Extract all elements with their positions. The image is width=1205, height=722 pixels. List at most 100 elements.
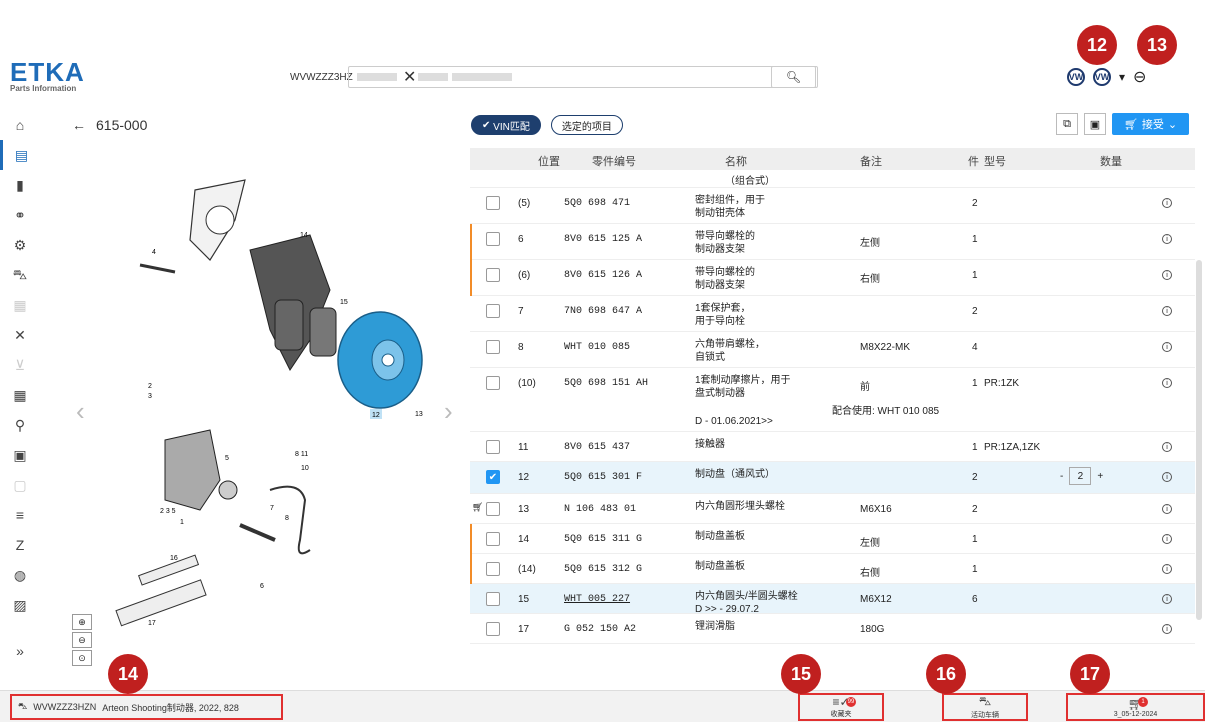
row-note: 左侧 [860, 538, 880, 549]
chat-icon[interactable]: ▨ [0, 590, 40, 620]
vw-logo-icon[interactable]: VW [1067, 68, 1085, 86]
cart-button[interactable]: 🛒︎ 3_05-12-2024 1 [1066, 693, 1205, 721]
table-row[interactable]: 15 WHT 005 227 内六角圆头/半圆头螺栓 D >> - 29.07.2 M… [470, 584, 1195, 615]
row-checkbox[interactable] [486, 502, 500, 516]
row-checkbox[interactable] [486, 592, 500, 606]
table-scrollbar[interactable] [1196, 260, 1202, 620]
settings-icon[interactable]: ⚙ [0, 230, 40, 260]
filter-icon[interactable]: ⊻ [0, 350, 40, 380]
info-icon[interactable]: i [1162, 306, 1172, 316]
row-checkbox[interactable] [486, 440, 500, 454]
favorites-button[interactable]: ≡✓ 收藏夹 99 [798, 693, 884, 721]
label-8-b: 8 [285, 515, 289, 522]
active-vehicle-button[interactable]: ⛍ 活动车辆 [942, 693, 1028, 721]
search-parts-icon[interactable]: ⚲ [0, 410, 40, 440]
brake-pad-right [309, 307, 337, 357]
selected-items-filter[interactable]: 选定的项目 [550, 115, 623, 135]
stack-icon[interactable]: ▣ [0, 440, 40, 470]
row-name: 锂润滑脂 [695, 621, 735, 632]
copy-icon[interactable]: ⧉ [1056, 113, 1078, 135]
info-icon[interactable]: i [1162, 198, 1172, 208]
table-row[interactable]: ✔ 12 5Q0 615 301 F 制动盘（通风式） 2-2 + i [470, 462, 1195, 494]
row-checkbox[interactable] [486, 562, 500, 576]
table-row[interactable]: 8 WHT 010 085 六角带肩螺栓， 自锁式 M8X22-MK 4 i [470, 332, 1195, 368]
parts-catalog-icon[interactable]: ▤ [0, 140, 40, 170]
col-qty: 件 [968, 156, 979, 168]
zoom-out-icon[interactable]: ⊖ [72, 632, 92, 648]
info-icon[interactable]: i [1162, 594, 1172, 604]
info-icon[interactable]: i [1162, 442, 1172, 452]
info-icon[interactable]: i [1162, 564, 1172, 574]
quantity-value[interactable]: 2 [1069, 467, 1092, 485]
row-checkbox[interactable] [486, 232, 500, 246]
table-row[interactable]: (6) 8V0 615 126 A 带导向螺栓的 制动器支架 右侧 1 i [470, 260, 1195, 296]
vw-logo-icon[interactable]: VW [1093, 68, 1111, 86]
row-part-number: G 052 150 A2 [564, 624, 637, 635]
row-checkbox[interactable] [486, 622, 500, 636]
info-icon[interactable]: i [1162, 234, 1172, 244]
info-icon[interactable]: i [1162, 342, 1172, 352]
row-model: PR:1ZA,1ZK [984, 442, 1041, 453]
row-checkbox[interactable]: ✔ [486, 470, 500, 484]
info-icon[interactable]: i [1162, 270, 1172, 280]
paint-icon[interactable]: ▮ [0, 170, 40, 200]
expand-icon[interactable]: » [0, 636, 40, 666]
row-checkbox[interactable] [486, 532, 500, 546]
info-icon[interactable]: i [1162, 534, 1172, 544]
row-position: 12 [518, 472, 530, 483]
close-icon[interactable]: ✕ [403, 67, 416, 87]
document-icon[interactable]: ▦ [0, 290, 40, 320]
logo-subtitle: Parts Information [10, 84, 77, 93]
vehicle-info[interactable]: ⛍ WVWZZZ3HZN Arteon Shooting制动器, 2022, 8… [10, 694, 283, 720]
row-name: 密封组件，用于 制动钳壳体 [695, 195, 765, 219]
table-row[interactable]: (5) 5Q0 698 471 密封组件，用于 制动钳壳体 2 i [470, 188, 1195, 224]
label-2-3-5: 2 3 5 [160, 508, 176, 515]
clipboard-icon[interactable]: ▣ [1084, 113, 1106, 135]
table-row[interactable]: 6 8V0 615 125 A 带导向螺栓的 制动器支架 左侧 1 i [470, 224, 1195, 260]
chevron-down-icon[interactable]: ▾ [1119, 70, 1125, 84]
link-icon[interactable]: ⚭ [0, 200, 40, 230]
table-row[interactable]: (10) 5Q0 698 151 AH 1套制动摩擦片，用于 盘式制动器 前 1 PR:1… [470, 368, 1195, 432]
row-part-number: 7N0 698 647 A [564, 306, 643, 317]
info-icon[interactable]: i [1162, 378, 1172, 388]
row-checkbox[interactable] [486, 340, 500, 354]
prev-illustration-arrow[interactable]: ‹ [76, 396, 85, 427]
search-button[interactable]: 🔍︎ [771, 66, 816, 88]
globe-icon[interactable]: ◍ [0, 560, 40, 590]
row-checkbox[interactable] [486, 376, 500, 390]
car-icon[interactable]: ⛍ [0, 260, 40, 290]
row-checkbox[interactable] [486, 268, 500, 282]
next-illustration-arrow[interactable]: › [444, 396, 453, 427]
info-icon[interactable]: i [1162, 504, 1172, 514]
user-icon[interactable]: ⊖ [1133, 67, 1146, 87]
search-input[interactable]: ✕ [348, 66, 818, 88]
back-arrow-icon[interactable]: ← [72, 117, 86, 133]
zoom-fit-icon[interactable]: ⊙ [72, 650, 92, 666]
row-checkbox[interactable] [486, 196, 500, 210]
label-3: 3 [148, 393, 152, 400]
quantity-stepper[interactable]: -2 + [1060, 467, 1103, 485]
zoom-in-icon[interactable]: ⊕ [72, 614, 92, 630]
annotation-badge-16: 16 [926, 654, 966, 694]
box-icon[interactable]: ▢ [0, 470, 40, 500]
table-row[interactable]: 14 5Q0 615 311 G 制动盘盖板 左侧 1 i [470, 524, 1195, 554]
decrement-button[interactable]: - [1060, 471, 1063, 482]
increment-button[interactable]: + [1097, 471, 1103, 482]
table-row[interactable]: 17 G 052 150 A2 锂润滑脂 180G i [470, 614, 1195, 644]
info-icon[interactable]: i [1162, 472, 1172, 482]
list-icon[interactable]: ≡ [0, 500, 40, 530]
zk-icon[interactable]: Z [0, 530, 40, 560]
info-icon[interactable]: i [1162, 624, 1172, 634]
row-checkbox[interactable] [486, 304, 500, 318]
table-row[interactable]: 7 7N0 698 647 A 1套保护套， 用于导向栓 2 i [470, 296, 1195, 332]
brand-switcher[interactable]: VW VW ▾ ⊖ [1067, 67, 1146, 87]
row-part-number[interactable]: WHT 005 227 [564, 594, 630, 605]
table-row[interactable]: 🛒︎ 13 N 106 483 01 内六角圆形埋头螺栓 M6X16 2 i [470, 494, 1195, 524]
table-row[interactable]: 11 8V0 615 437 接触器 1 PR:1ZA,1ZK i [470, 432, 1195, 462]
home-icon[interactable]: ⌂ [0, 110, 40, 140]
vin-match-filter[interactable]: ✔ VIN匹配 [471, 115, 541, 135]
calculator-icon[interactable]: ▦ [0, 380, 40, 410]
table-row[interactable]: (14) 5Q0 615 312 G 制动盘盖板 右侧 1 i [470, 554, 1195, 584]
tools-icon[interactable]: ✕ [0, 320, 40, 350]
accept-button[interactable]: 🛒︎ 接受 ⌄ [1112, 113, 1189, 135]
